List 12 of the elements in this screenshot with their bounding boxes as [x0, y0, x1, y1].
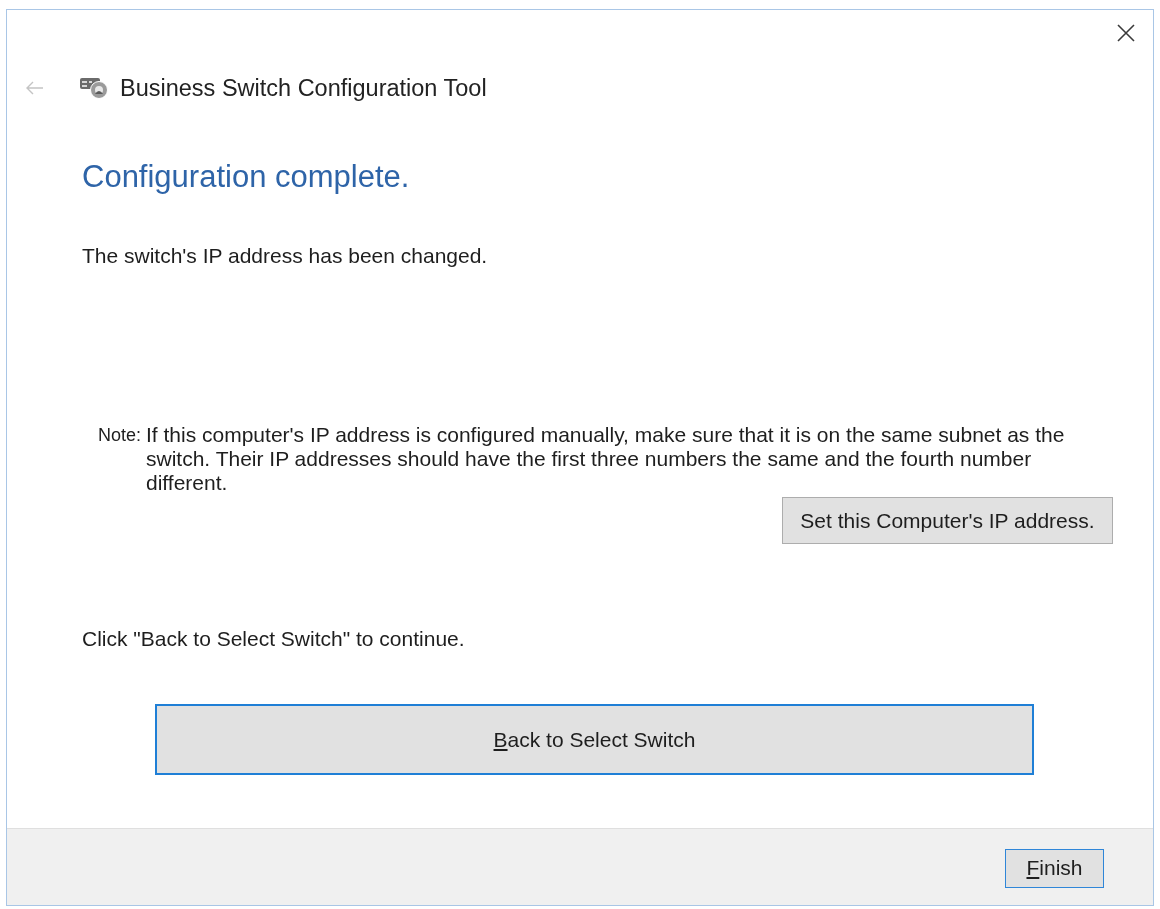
instruction-text: Click "Back to Select Switch" to continue.: [82, 626, 465, 652]
note-text: If this computer's IP address is configured manually, make sure that it is on the same subnet as the switch. Their IP addresses should have the first three numbers the same and the fourth number different.: [146, 423, 1066, 495]
network-device-icon: [80, 76, 108, 100]
finish-button[interactable]: Finish: [1005, 848, 1104, 888]
close-icon: [1117, 24, 1135, 42]
note-label: Note:: [98, 424, 142, 447]
page-heading: Configuration complete.: [82, 158, 410, 196]
back-arrow-icon: [26, 81, 44, 95]
app-title: Business Switch Configuration Tool: [120, 74, 487, 102]
status-message: The switch's IP address has been changed.: [82, 243, 488, 269]
set-ip-address-button[interactable]: Set this Computer's IP address.: [782, 497, 1113, 544]
back-to-select-switch-button[interactable]: Back to Select Switch: [155, 704, 1034, 775]
